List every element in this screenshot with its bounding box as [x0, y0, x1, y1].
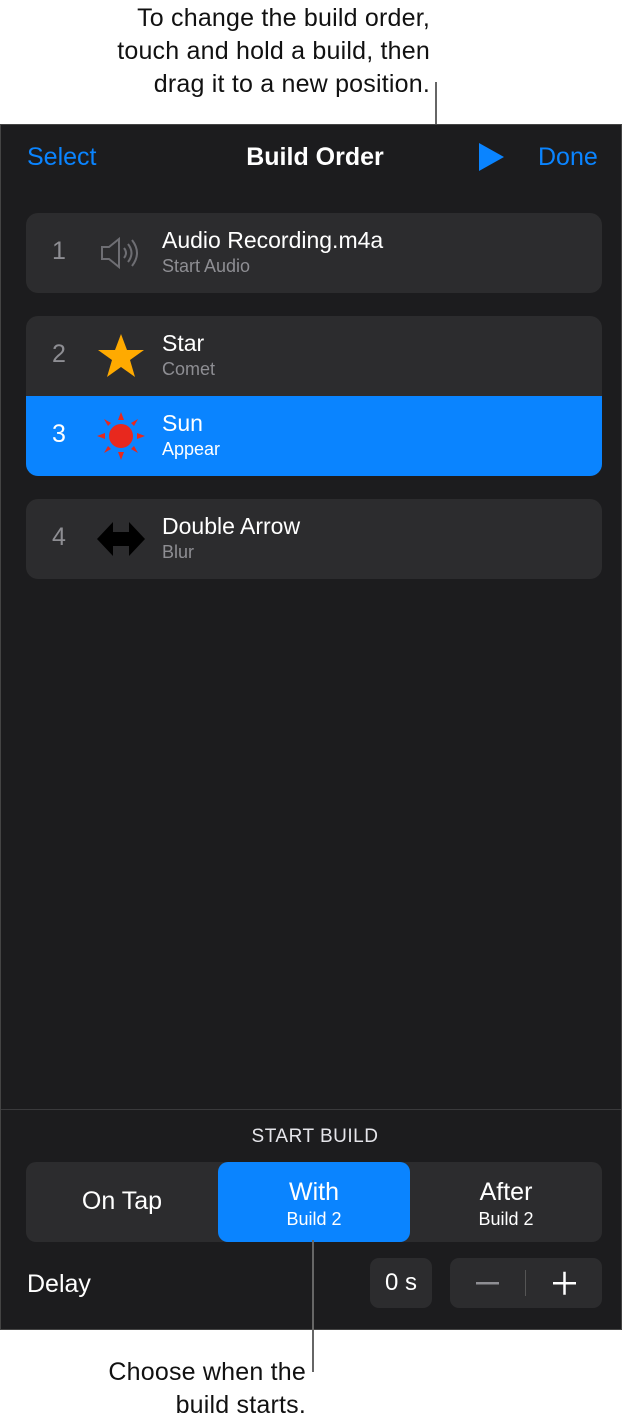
play-icon[interactable] — [476, 141, 506, 173]
callout-line: build starts. — [175, 1391, 306, 1419]
build-row[interactable]: 1 Audio Recording.m4a Start Audio — [26, 213, 602, 293]
build-subtitle: Appear — [162, 439, 221, 459]
with-option[interactable]: With Build 2 — [218, 1162, 410, 1242]
start-build-label: START BUILD — [251, 1126, 379, 1147]
delay-stepper — [450, 1258, 602, 1308]
star-icon — [96, 331, 146, 381]
on-tap-option[interactable]: On Tap — [26, 1162, 218, 1242]
option-sublabel: Build 2 — [478, 1209, 534, 1229]
build-number: 1 — [52, 237, 66, 265]
plus-icon[interactable] — [527, 1258, 602, 1308]
build-row[interactable]: 4 Double Arrow Blur — [26, 499, 602, 579]
build-order-callout: To change the build order, touch and hol… — [10, 2, 430, 101]
build-number: 2 — [52, 340, 66, 368]
minus-icon[interactable] — [450, 1258, 525, 1308]
build-title: Double Arrow — [162, 513, 301, 539]
build-group: 1 Audio Recording.m4a Start Audio — [26, 213, 602, 293]
build-order-panel: Select Build Order Done 1 Audio Recordin… — [0, 124, 622, 1330]
delay-value-field[interactable]: 0 s — [370, 1258, 432, 1308]
option-label: On Tap — [81, 1187, 163, 1215]
option-label: After — [479, 1178, 533, 1206]
after-option[interactable]: After Build 2 — [410, 1162, 602, 1242]
done-button[interactable]: Done — [538, 143, 598, 172]
build-row[interactable]: 2 Star Comet — [26, 316, 602, 396]
build-subtitle: Start Audio — [162, 256, 251, 276]
build-title: Audio Recording.m4a — [162, 227, 384, 253]
delay-label: Delay — [27, 1270, 91, 1298]
start-build-segmented-control: On Tap With Build 2 After Build 2 — [26, 1162, 602, 1242]
callout-line: Choose when the — [108, 1358, 306, 1386]
callout-line: touch and hold a build, then — [117, 37, 430, 65]
build-subtitle: Comet — [162, 359, 216, 379]
build-group: 2 Star Comet 3 Sun Appear — [26, 316, 602, 476]
sun-icon — [96, 411, 146, 461]
start-build-section: START BUILD On Tap With Build 2 After Bu… — [1, 1109, 621, 1329]
callout-leader-line — [312, 1240, 314, 1372]
build-title: Star — [162, 330, 205, 356]
build-number: 3 — [52, 420, 66, 448]
callout-line: To change the build order, — [137, 4, 430, 32]
build-group: 4 Double Arrow Blur — [26, 499, 602, 579]
navigation-bar: Select Build Order Done — [1, 125, 621, 189]
callout-line: drag it to a new position. — [153, 70, 430, 98]
double-arrow-icon — [96, 514, 146, 564]
start-build-callout: Choose when the build starts. — [6, 1356, 306, 1422]
build-number: 4 — [52, 523, 66, 551]
stepper-divider — [525, 1270, 526, 1296]
build-title: Sun — [162, 410, 203, 436]
option-sublabel: Build 2 — [286, 1209, 342, 1229]
speaker-icon — [96, 228, 146, 278]
page-title: Build Order — [246, 143, 384, 171]
build-row-selected[interactable]: 3 Sun Appear — [26, 396, 602, 476]
build-subtitle: Blur — [162, 542, 195, 562]
option-label: With — [289, 1178, 339, 1206]
